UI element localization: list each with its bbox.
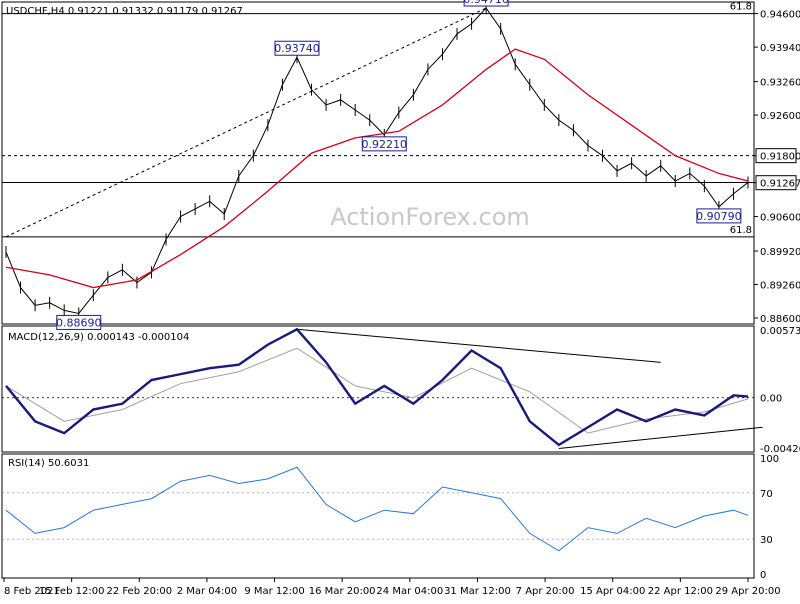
y-tick-label: 0.93260 — [760, 78, 800, 89]
y-tick-label: 0.88600 — [760, 314, 800, 325]
y-tick-label: 0.89920 — [760, 247, 800, 258]
x-tick-label: 31 Mar 12:00 — [444, 586, 511, 597]
x-tick-label: 2 Mar 04:00 — [177, 586, 237, 597]
price-annotation: 0.92210 — [362, 136, 408, 152]
rsi-y-tick-label: 0 — [760, 570, 766, 581]
y-tick-label: 0.91800 — [760, 152, 800, 163]
x-axis: 8 Feb 202115 Feb 12:00 22 Feb 20:00 2 Mar … — [3, 578, 781, 597]
y-tick-label: 0.90600 — [760, 213, 800, 224]
rsi-y-tick-label: 30 — [760, 535, 773, 546]
x-tick-label: 15 Apr 04:00 — [580, 586, 645, 597]
price-annotation: 0.93740 — [274, 40, 320, 56]
x-tick-label: 29 Apr 20:00 — [715, 586, 780, 597]
price-annotation: 0.88690 — [56, 314, 102, 330]
y-tick-label: 0.92600 — [760, 111, 800, 122]
rsi-title: RSI(14) 50.6031 — [8, 458, 89, 469]
macd-title: MACD(12,26,9) 0.000143 -0.000104 — [8, 332, 189, 343]
x-tick-label: 22 Feb 20:00 — [106, 586, 172, 597]
x-tick-label: 15 Feb 12:00 — [39, 586, 105, 597]
watermark: ActionForex.com — [330, 203, 530, 231]
rsi-pane — [1, 453, 755, 579]
rsi-y-tick-label: 70 — [760, 489, 773, 500]
x-tick-label: 22 Apr 12:00 — [648, 586, 713, 597]
chart-title: USDCHF,H4 0.91221 0.91332 0.91179 0.9126… — [6, 6, 243, 17]
macd-y-tick-label: 0.00 — [760, 394, 782, 405]
x-tick-label: 7 Apr 20:00 — [516, 586, 575, 597]
fib-label: 61.8 — [730, 225, 752, 236]
x-tick-label: 16 Mar 20:00 — [309, 586, 376, 597]
y-tick-label: 0.93940 — [760, 43, 800, 54]
macd-y-tick-label: 0.005739 — [760, 326, 800, 337]
chart-canvas: 61.8 61.8 0.88690 0.93740 0.92210 0.94710 0.9… — [0, 0, 800, 600]
y-tick-label: 0.89260 — [760, 281, 800, 292]
rsi-y-tick-label: 100 — [760, 454, 779, 465]
x-tick-label: 24 Mar 04:00 — [376, 586, 443, 597]
y-axes: 0.94600 0.93940 0.93260 0.92600 0.91800 0.912… — [754, 10, 800, 581]
annotation-label: 0.92210 — [362, 138, 408, 151]
annotation-label: 0.93740 — [274, 42, 320, 55]
fib-label: 61.8 — [730, 2, 752, 13]
y-tick-label: 0.91267 — [760, 179, 800, 190]
price-annotation: 0.90790 — [696, 208, 742, 224]
annotation-label: 0.94710 — [463, 0, 509, 6]
y-tick-label: 0.94600 — [760, 10, 800, 21]
annotation-label: 0.88690 — [56, 316, 102, 329]
x-tick-label: 9 Mar 12:00 — [244, 586, 304, 597]
price-pane — [1, 1, 755, 325]
annotation-label: 0.90790 — [696, 210, 742, 223]
price-annotation: 0.94710 — [463, 0, 509, 7]
